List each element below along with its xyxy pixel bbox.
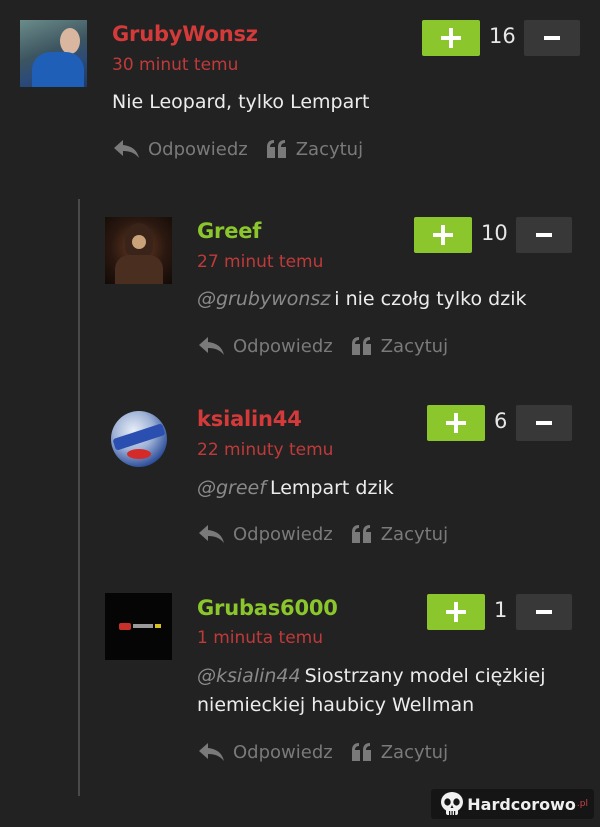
comment-actions: Odpowiedz Zacytuj: [112, 138, 381, 160]
comment-text: Nie Leopard, tylko Lempart: [112, 88, 552, 117]
reply-icon: [199, 525, 224, 543]
site-watermark: Hardcorowo .pl: [431, 789, 594, 819]
avatar[interactable]: [20, 20, 87, 87]
vote-score: 1: [494, 598, 508, 622]
quote-label: Zacytuj: [295, 138, 364, 160]
reply-icon: [114, 140, 139, 158]
reply-icon: [199, 337, 224, 355]
username[interactable]: Grubas6000: [197, 596, 338, 620]
quote-icon: [266, 140, 286, 158]
comment-actions: Odpowiedz Zacytuj: [197, 741, 466, 763]
comment-time: 27 minut temu: [197, 252, 324, 272]
quote-icon: [351, 743, 371, 761]
reply-button[interactable]: Odpowiedz: [112, 138, 248, 160]
comment-text: @ksialin44 Siostrzany model ciężkiej niem…: [197, 662, 577, 720]
comment-text: @greef Lempart dzik: [197, 474, 577, 503]
watermark-text: Hardcorowo: [467, 794, 576, 814]
quote-label: Zacytuj: [380, 523, 449, 545]
comment-actions: Odpowiedz Zacytuj: [197, 523, 466, 545]
avatar[interactable]: [105, 217, 172, 284]
upvote-button[interactable]: [427, 594, 485, 630]
reply-thread-line: [78, 199, 80, 796]
avatar[interactable]: [105, 593, 172, 660]
downvote-button[interactable]: [524, 20, 580, 56]
reply-label: Odpowiedz: [233, 741, 333, 763]
quote-icon: [351, 525, 371, 543]
avatar[interactable]: [105, 405, 172, 472]
skull-icon: [441, 792, 464, 815]
comment-text: @grubywonsz i nie czołg tylko dzik: [197, 285, 577, 314]
quote-button[interactable]: Zacytuj: [351, 336, 448, 357]
reply-button[interactable]: Odpowiedz: [197, 741, 333, 763]
comment-actions: Odpowiedz Zacytuj: [197, 335, 466, 357]
comment-time: 30 minut temu: [112, 55, 239, 75]
vote-score: 16: [489, 24, 516, 48]
comment-time: 1 minuta temu: [197, 628, 323, 648]
vote-score: 6: [494, 409, 508, 433]
comment-text-content: Nie Leopard, tylko Lempart: [112, 91, 370, 113]
upvote-button[interactable]: [422, 20, 480, 56]
watermark-suffix: .pl: [576, 799, 588, 809]
mention-link[interactable]: @greef: [197, 477, 266, 499]
mention-link[interactable]: @grubywonsz: [197, 288, 330, 310]
quote-button[interactable]: Zacytuj: [266, 139, 363, 160]
downvote-button[interactable]: [516, 594, 572, 630]
quote-button[interactable]: Zacytuj: [351, 524, 448, 545]
upvote-button[interactable]: [427, 405, 485, 441]
reply-label: Odpowiedz: [148, 138, 248, 160]
downvote-button[interactable]: [516, 405, 572, 441]
reply-label: Odpowiedz: [233, 523, 333, 545]
comment-time: 22 minuty temu: [197, 440, 334, 460]
reply-icon: [199, 743, 224, 761]
comment-text-content: i nie czołg tylko dzik: [334, 288, 527, 310]
reply-button[interactable]: Odpowiedz: [197, 335, 333, 357]
reply-label: Odpowiedz: [233, 335, 333, 357]
quote-button[interactable]: Zacytuj: [351, 742, 448, 763]
quote-label: Zacytuj: [380, 741, 449, 763]
comment-text-content: Lempart dzik: [269, 477, 394, 499]
reply-button[interactable]: Odpowiedz: [197, 523, 333, 545]
vote-score: 10: [481, 221, 508, 245]
username[interactable]: ksialin44: [197, 407, 302, 431]
mention-link[interactable]: @ksialin44: [197, 665, 301, 687]
quote-icon: [351, 337, 371, 355]
quote-label: Zacytuj: [380, 335, 449, 357]
username[interactable]: Greef: [197, 219, 261, 243]
username[interactable]: GrubyWonsz: [112, 22, 258, 46]
upvote-button[interactable]: [414, 217, 472, 253]
downvote-button[interactable]: [516, 217, 572, 253]
